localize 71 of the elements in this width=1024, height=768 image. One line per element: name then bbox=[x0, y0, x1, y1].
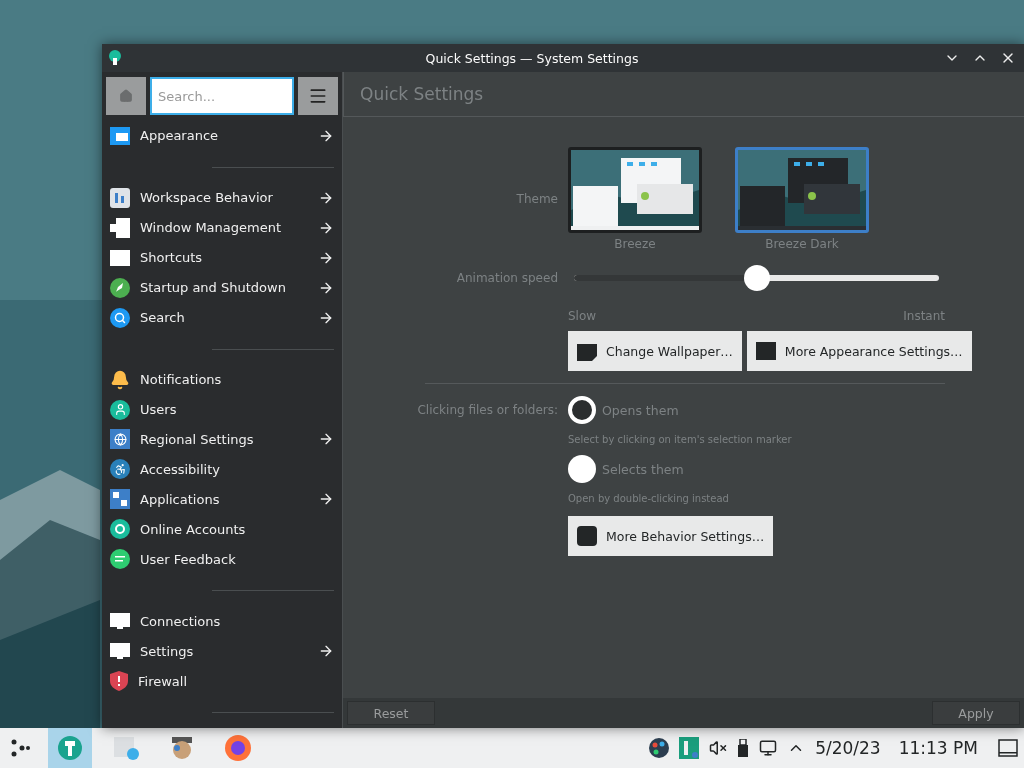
sidebar-item[interactable]: Window Management bbox=[102, 212, 342, 243]
slow-label: Slow bbox=[568, 309, 597, 323]
accessibility-icon bbox=[110, 459, 130, 480]
square-icon bbox=[577, 526, 597, 546]
option-hint: Open by double-clicking instead bbox=[568, 493, 730, 504]
dashboard-icon bbox=[110, 187, 130, 208]
radio-button[interactable] bbox=[568, 455, 596, 483]
usb-icon[interactable] bbox=[737, 739, 750, 757]
shield-icon bbox=[110, 671, 128, 692]
settings-button[interactable]: Change Wallpaper… bbox=[568, 331, 742, 371]
behavior-settings-button[interactable]: More Behavior Settings… bbox=[568, 516, 774, 556]
globe-icon bbox=[110, 429, 130, 450]
settings-button[interactable]: More Appearance Settings… bbox=[746, 331, 972, 371]
sidebar-item[interactable]: Appearance bbox=[102, 121, 342, 151]
settings-task-button[interactable] bbox=[48, 728, 92, 768]
theme-name: Breeze bbox=[614, 237, 656, 251]
apps-icon bbox=[110, 489, 130, 510]
radio-button[interactable] bbox=[568, 396, 596, 424]
square-icon bbox=[755, 341, 776, 361]
note-icon bbox=[577, 341, 597, 361]
clipboard-icon[interactable] bbox=[679, 737, 700, 759]
app-icon bbox=[108, 50, 122, 66]
monitor-icon bbox=[110, 643, 130, 660]
palette-icon[interactable] bbox=[649, 738, 670, 758]
sidebar-item[interactable]: Applications bbox=[102, 484, 342, 515]
windows-icon bbox=[110, 217, 130, 238]
user-icon bbox=[110, 399, 130, 420]
rocket-icon bbox=[110, 277, 130, 298]
theme-label: Theme bbox=[515, 192, 558, 206]
search-icon bbox=[110, 307, 130, 328]
window-icon bbox=[110, 125, 130, 146]
sidebar-item[interactable]: Settings bbox=[102, 636, 342, 667]
apply-button[interactable]: Apply bbox=[932, 701, 1020, 725]
chat-icon bbox=[110, 549, 130, 570]
sidebar-item[interactable]: Online Accounts bbox=[102, 514, 342, 545]
sidebar-item[interactable]: Shortcuts bbox=[102, 242, 342, 273]
sidebar-item[interactable]: Search bbox=[102, 302, 342, 333]
option-label: Selects them bbox=[602, 461, 684, 477]
sidebar-item[interactable]: Users bbox=[102, 394, 342, 425]
monitor-icon bbox=[110, 613, 130, 630]
option-label: Opens them bbox=[602, 402, 679, 418]
sidebar-item[interactable]: Notifications bbox=[102, 364, 342, 395]
sidebar-item[interactable]: Firewall bbox=[102, 666, 342, 696]
sidebar-item[interactable]: User Feedback bbox=[102, 544, 342, 575]
mute-icon[interactable] bbox=[709, 739, 728, 757]
theme-preview[interactable] bbox=[568, 147, 702, 233]
sidebar-item[interactable]: Regional Settings bbox=[102, 424, 342, 455]
window-title: Quick Settings — System Settings bbox=[424, 50, 640, 66]
theme-name: Breeze Dark bbox=[765, 237, 839, 251]
browser-icon bbox=[224, 734, 252, 762]
option-hint: Select by clicking on item's selection marker bbox=[568, 434, 793, 445]
clicking-label: Clicking files or folders: bbox=[416, 403, 558, 417]
animation-label: Animation speed bbox=[455, 271, 558, 285]
bell-icon bbox=[110, 369, 130, 390]
page-title: Quick Settings bbox=[343, 72, 1024, 117]
sidebar-item[interactable]: Startup and Shutdown bbox=[102, 272, 342, 303]
search-field[interactable]: Search... bbox=[150, 77, 294, 115]
date: 5/20/23 bbox=[815, 738, 881, 758]
menu-button[interactable] bbox=[298, 77, 338, 115]
sidebar-item[interactable]: Connections bbox=[102, 606, 342, 637]
menu-icon bbox=[308, 86, 328, 106]
sidebar-item[interactable]: Workspace Behavior bbox=[102, 182, 342, 213]
home-icon bbox=[119, 89, 133, 103]
dots-icon bbox=[10, 738, 32, 758]
instant-label: Instant bbox=[903, 309, 945, 323]
time: 11:13 PM bbox=[898, 738, 978, 758]
slider-handle[interactable] bbox=[743, 265, 770, 291]
reset-button[interactable]: Reset bbox=[347, 701, 435, 725]
sidebar-item[interactable]: Accessibility bbox=[102, 454, 342, 485]
desktop-icon[interactable] bbox=[998, 739, 1018, 757]
network-icon[interactable] bbox=[759, 739, 778, 757]
